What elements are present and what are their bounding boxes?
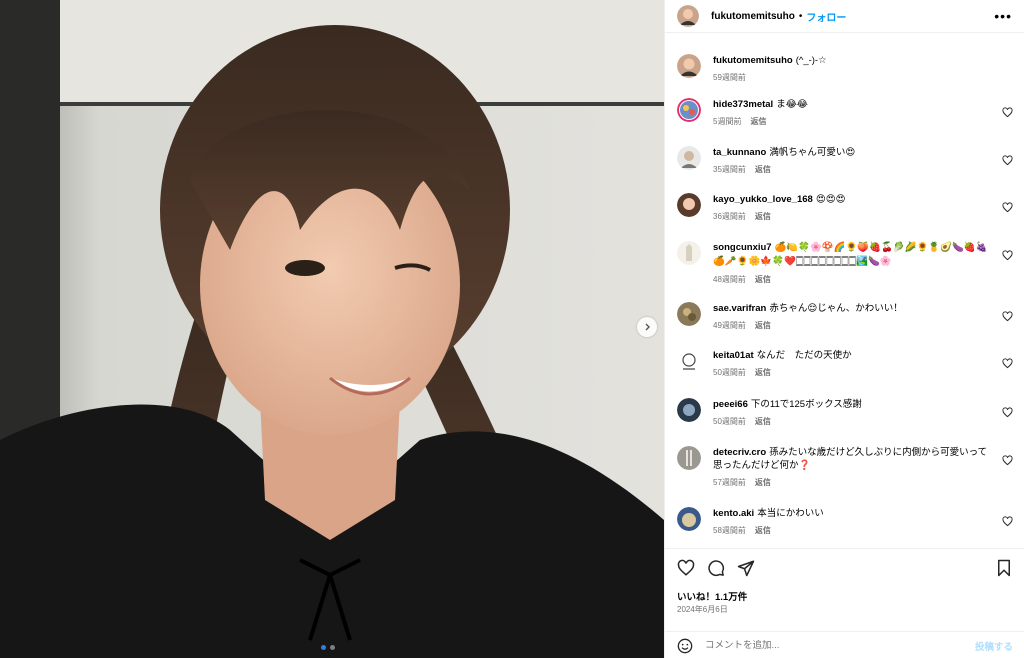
- heart-icon[interactable]: [1002, 358, 1013, 369]
- comment-item: ta_kunnano 満帆ちゃん可愛い😍 35週間前 返信: [677, 146, 1013, 175]
- header-separator: •: [798, 10, 803, 22]
- like-count[interactable]: いいね！1.1万件: [677, 589, 747, 603]
- emoji-icon[interactable]: [677, 638, 693, 654]
- heart-icon[interactable]: [1002, 250, 1013, 261]
- post-media[interactable]: [0, 0, 664, 658]
- comment-icon[interactable]: [707, 559, 725, 577]
- commenter-avatar[interactable]: [677, 98, 701, 122]
- comment-username[interactable]: kayo_yukko_love_168: [713, 194, 813, 205]
- follow-button[interactable]: フォロー: [806, 9, 846, 24]
- heart-icon[interactable]: [1002, 155, 1013, 166]
- reply-button[interactable]: 返信: [750, 116, 766, 127]
- carousel-dot-active: [321, 645, 326, 650]
- comment-username[interactable]: peeei66: [713, 399, 748, 410]
- commenter-avatar[interactable]: [677, 507, 701, 531]
- author-avatar[interactable]: [677, 5, 699, 27]
- post-photo: [0, 0, 664, 658]
- comment-time[interactable]: 36週間前: [713, 211, 746, 222]
- caption-username[interactable]: fukutomemitsuho: [713, 55, 793, 66]
- post-header: fukutomemitsuho • フォロー •••: [665, 0, 1024, 33]
- comment-text: 赤ちゃん😌じゃん、かわいい！: [769, 303, 903, 314]
- caption-text: (^_-)-☆: [795, 55, 827, 66]
- comment-input[interactable]: [705, 640, 955, 651]
- comment-text: なんだ ただの天使か: [756, 350, 852, 361]
- heart-icon[interactable]: [1002, 311, 1013, 322]
- commenter-avatar[interactable]: [677, 446, 701, 470]
- comment-item: detecriv.cro 孫みたいな歳だけど久しぶりに内側から可愛いって思ったんだ…: [677, 446, 1013, 488]
- commenter-avatar[interactable]: [677, 349, 701, 373]
- comment-time[interactable]: 50週間前: [713, 367, 746, 378]
- post-side-panel: fukutomemitsuho • フォロー ••• fukutomemitsu…: [664, 0, 1024, 658]
- post-comment-button[interactable]: 投稿する: [975, 639, 1013, 653]
- comment-username[interactable]: detecriv.cro: [713, 447, 766, 458]
- reply-button[interactable]: 返信: [755, 211, 771, 222]
- commenter-avatar[interactable]: [677, 146, 701, 170]
- next-image-button[interactable]: [637, 317, 657, 337]
- reply-button[interactable]: 返信: [755, 164, 771, 175]
- comment-time[interactable]: 48週間前: [713, 274, 746, 285]
- caption-avatar[interactable]: [677, 54, 701, 78]
- comment-item: songcunxiu7 🍊🍋🍀🌸🍄🌈🌻🍑🍓🍒🥬🌽🌻🍍🥑🍆🍓🍇🍊🥕🌻🌼🍁🍀❤️🀆🀆🀆…: [677, 241, 1013, 285]
- comment-username[interactable]: ta_kunnano: [713, 147, 766, 158]
- comment-item: hide373metal ま😂😂 5週間前 返信: [677, 98, 1013, 127]
- more-icon[interactable]: •••: [994, 8, 1012, 24]
- caption-time[interactable]: 59週間前: [713, 72, 746, 83]
- comments-list[interactable]: fukutomemitsuho (^_-)-☆ 59週間前 hide373meta…: [665, 34, 1024, 548]
- reply-button[interactable]: 返信: [755, 367, 771, 378]
- comment-time[interactable]: 35週間前: [713, 164, 746, 175]
- commenter-avatar[interactable]: [677, 241, 701, 265]
- carousel-dot: [330, 645, 335, 650]
- comment-username[interactable]: keita01at: [713, 350, 754, 361]
- next-arrow-icon: [645, 323, 650, 331]
- commenter-avatar[interactable]: [677, 398, 701, 422]
- heart-icon[interactable]: [1002, 202, 1013, 213]
- comment-time[interactable]: 57週間前: [713, 477, 746, 488]
- heart-icon[interactable]: [1002, 107, 1013, 118]
- comment-text: ま😂😂: [776, 99, 808, 110]
- heart-icon[interactable]: [1002, 407, 1013, 418]
- bookmark-icon[interactable]: [995, 559, 1013, 577]
- reply-button[interactable]: 返信: [755, 525, 771, 536]
- comment-text: 下の11で125ボックス感謝: [750, 399, 862, 410]
- author-username[interactable]: fukutomemitsuho: [711, 11, 795, 22]
- comment-username[interactable]: hide373metal: [713, 99, 773, 110]
- reply-button[interactable]: 返信: [755, 320, 771, 331]
- comment-item: kento.aki 本当にかわいい 58週間前 返信: [677, 507, 1013, 536]
- comment-time[interactable]: 50週間前: [713, 416, 746, 427]
- comment-username[interactable]: songcunxiu7: [713, 242, 772, 253]
- reply-button[interactable]: 返信: [755, 274, 771, 285]
- comment-item: sae.varifran 赤ちゃん😌じゃん、かわいい！ 49週間前 返信: [677, 302, 1013, 331]
- comment-text: 😍😍😍: [815, 194, 846, 205]
- comment-username[interactable]: kento.aki: [713, 508, 754, 519]
- carousel-dots: [321, 645, 335, 650]
- comment-item: kayo_yukko_love_168 😍😍😍 36週間前 返信: [677, 193, 1013, 222]
- comment-username[interactable]: sae.varifran: [713, 303, 766, 314]
- reply-button[interactable]: 返信: [755, 416, 771, 427]
- comment-time[interactable]: 5週間前: [713, 116, 741, 127]
- post-actions: いいね！1.1万件 2024年6月6日 投稿する: [665, 548, 1024, 658]
- comment-item: peeei66 下の11で125ボックス感謝 50週間前 返信: [677, 398, 1013, 427]
- commenter-avatar[interactable]: [677, 302, 701, 326]
- share-icon[interactable]: [737, 559, 755, 577]
- comment-time[interactable]: 58週間前: [713, 525, 746, 536]
- post-date: 2024年6月6日: [677, 605, 728, 614]
- post-caption: fukutomemitsuho (^_-)-☆ 59週間前: [677, 54, 993, 83]
- reply-button[interactable]: 返信: [755, 477, 771, 488]
- like-icon[interactable]: [677, 559, 695, 577]
- commenter-avatar[interactable]: [677, 193, 701, 217]
- comment-text: 満帆ちゃん可愛い😍: [769, 147, 856, 158]
- add-comment-bar: 投稿する: [665, 631, 1024, 658]
- heart-icon[interactable]: [1002, 455, 1013, 466]
- comment-item: keita01at なんだ ただの天使か 50週間前 返信: [677, 349, 1013, 378]
- comment-time[interactable]: 49週間前: [713, 320, 746, 331]
- comment-text: 本当にかわいい: [757, 508, 824, 519]
- heart-icon[interactable]: [1002, 516, 1013, 527]
